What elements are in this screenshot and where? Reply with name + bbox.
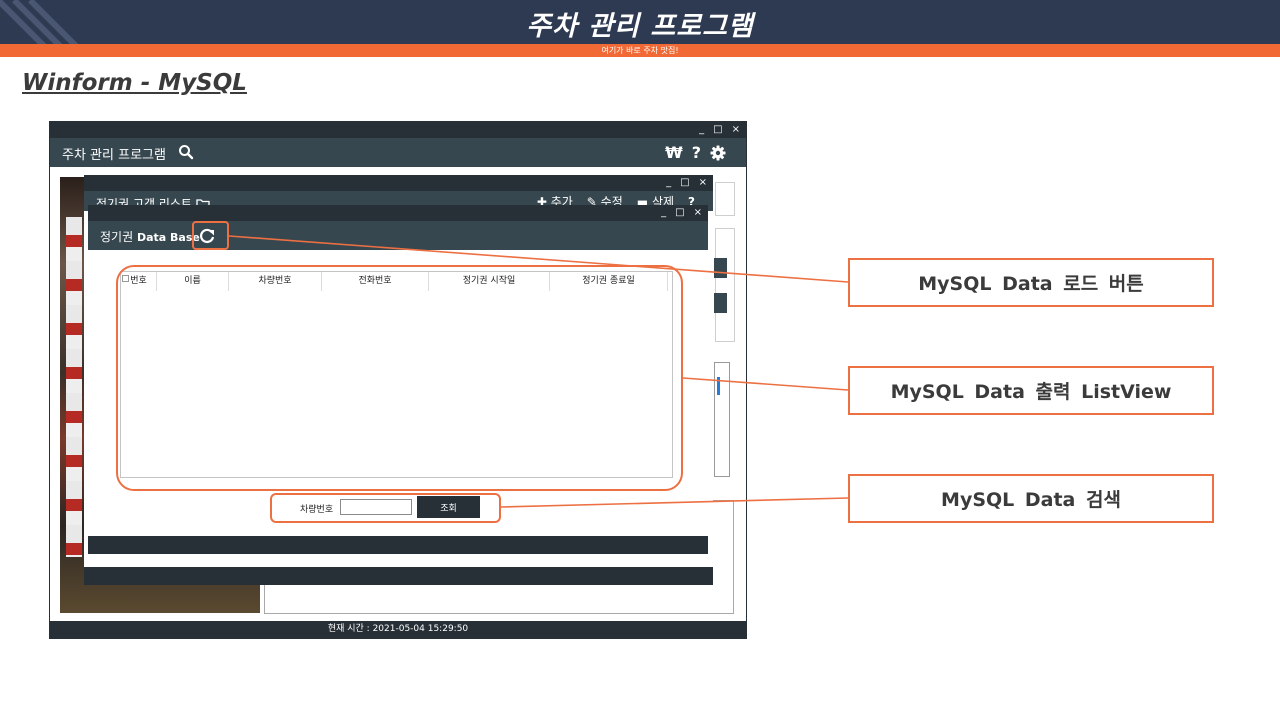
side-panel	[715, 182, 735, 216]
database-title-bold: Data Base	[136, 231, 200, 244]
customer-list-titlebar: _ □ ×	[84, 175, 713, 191]
help-button[interactable]: ?	[692, 143, 701, 162]
close-button[interactable]: ×	[694, 205, 702, 221]
main-title: 주차 관리 프로그램	[62, 148, 166, 163]
maximize-button[interactable]: □	[675, 205, 684, 221]
minimize-button[interactable]: _	[666, 175, 671, 191]
list-selection	[717, 377, 720, 395]
minimize-button[interactable]: _	[699, 122, 704, 138]
callout-load-button: MySQL Data 로드 버튼	[848, 258, 1214, 307]
database-title: 정기권 Data Base	[100, 228, 200, 245]
minimize-button[interactable]: _	[661, 205, 666, 221]
side-panel	[715, 228, 735, 342]
database-header: 정기권 Data Base	[88, 221, 708, 250]
side-list[interactable]	[714, 362, 730, 477]
callout-listview: MySQL Data 출력 ListView	[848, 366, 1214, 415]
highlight-search	[270, 493, 501, 523]
currency-button[interactable]: ₩	[665, 143, 683, 162]
highlight-listview	[116, 265, 683, 491]
gear-icon[interactable]	[710, 145, 726, 161]
slide-subtitle: 여기가 바로 주차 맛집!	[601, 46, 679, 55]
side-button[interactable]	[714, 293, 727, 313]
database-titlebar: _ □ ×	[88, 205, 708, 221]
database-footer	[88, 536, 708, 554]
slide-title: 주차 관리 프로그램	[526, 11, 754, 42]
slide-header: 주차 관리 프로그램	[0, 0, 1280, 44]
callout-search: MySQL Data 검색	[848, 474, 1214, 523]
section-title: Winform - MySQL	[22, 70, 247, 96]
parking-photo-detail	[66, 217, 82, 557]
search-icon[interactable]	[178, 144, 194, 160]
customer-list-footer	[84, 567, 713, 585]
side-button[interactable]	[714, 258, 727, 278]
highlight-refresh	[192, 221, 229, 250]
maximize-button[interactable]: □	[680, 175, 689, 191]
main-titlebar: _ □ ×	[50, 122, 746, 138]
close-button[interactable]: ×	[699, 175, 707, 191]
close-button[interactable]: ×	[732, 122, 740, 138]
status-bar: 현재 시간 : 2021-05-04 15:29:50	[50, 621, 746, 638]
database-title-text: 정기권	[100, 230, 134, 244]
maximize-button[interactable]: □	[713, 122, 722, 138]
main-header: 주차 관리 프로그램 ₩ ?	[50, 138, 746, 167]
